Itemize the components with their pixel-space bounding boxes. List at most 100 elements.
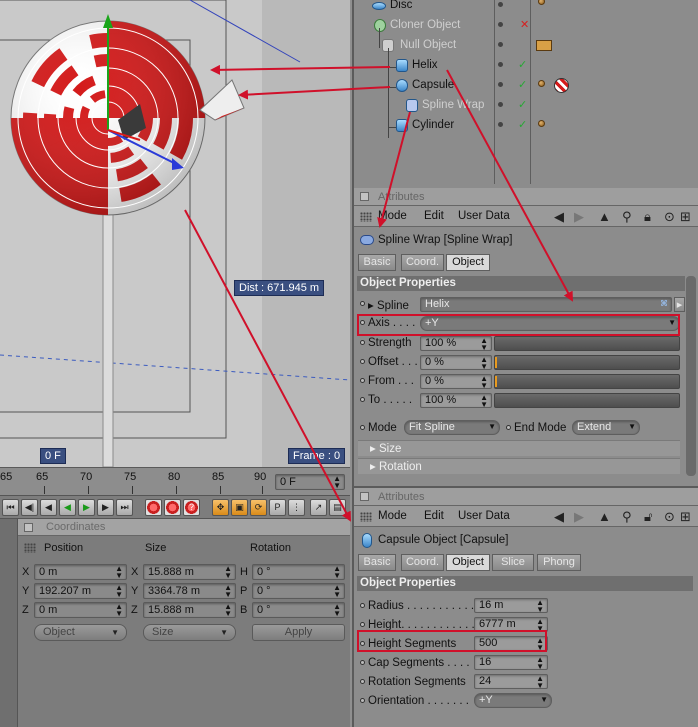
- position-z-field[interactable]: 0 m ▲ ▼: [34, 602, 127, 618]
- record-keys-button[interactable]: [145, 499, 162, 516]
- size-x-field[interactable]: 15.888 m ▲ ▼: [143, 564, 236, 580]
- enabled-check-icon[interactable]: ✓: [518, 118, 527, 131]
- rotation-h-field[interactable]: 0 ° ▲ ▼: [252, 564, 345, 580]
- size-y-field[interactable]: 3364.78 m ▲ ▼: [143, 583, 236, 599]
- strength-field[interactable]: 100 % ▲ ▼: [420, 336, 492, 352]
- forward-arrow-icon[interactable]: ▶: [574, 209, 584, 225]
- list-item-spline-wrap[interactable]: Spline Wrap ✓: [354, 96, 698, 116]
- material-tag-icon[interactable]: [538, 0, 545, 5]
- enabled-check-icon[interactable]: ✓: [518, 58, 527, 71]
- lock-icon[interactable]: 🔒︎: [644, 209, 651, 225]
- motion-tool-button[interactable]: ↗: [310, 499, 327, 516]
- menu-mode[interactable]: Mode: [378, 510, 407, 522]
- spin-arrows-icon[interactable]: ▲ ▼: [333, 475, 341, 490]
- list-item-null[interactable]: Null Object: [354, 36, 698, 56]
- menu-edit[interactable]: Edit: [424, 210, 444, 222]
- play-backwards-button[interactable]: ◀: [59, 499, 76, 516]
- cap-segments-field[interactable]: 16 ▲ ▼: [474, 655, 548, 671]
- timeline-menu-button[interactable]: ▤: [329, 499, 346, 516]
- coordinate-mode-select[interactable]: Object ▼: [34, 624, 127, 641]
- list-item-disc[interactable]: Disc: [354, 0, 698, 16]
- tab-basic[interactable]: Basic: [358, 554, 396, 571]
- offset-slider[interactable]: [494, 355, 680, 370]
- offset-field[interactable]: 0 % ▲ ▼: [420, 355, 492, 371]
- to-slider[interactable]: [494, 393, 680, 408]
- disabled-x-icon[interactable]: ✕: [520, 18, 529, 31]
- pla-key-button[interactable]: ⋮: [288, 499, 305, 516]
- add-panel-icon[interactable]: ⊞: [680, 509, 691, 525]
- mode-select[interactable]: Fit Spline ▼: [404, 420, 500, 435]
- rotation-section-collapsed[interactable]: ▸ Rotation: [358, 458, 680, 474]
- orientation-select[interactable]: +Y ▼: [474, 693, 552, 708]
- size-z-field[interactable]: 15.888 m ▲ ▼: [143, 602, 236, 618]
- link-arrow-button[interactable]: ▸: [674, 297, 685, 312]
- tab-basic[interactable]: Basic: [358, 254, 396, 271]
- tab-object[interactable]: Object: [446, 554, 490, 571]
- panel-checkbox-icon[interactable]: [360, 192, 369, 201]
- display-tag-icon[interactable]: [536, 40, 552, 51]
- go-to-start-button[interactable]: ⏮: [2, 499, 19, 516]
- search-icon[interactable]: ⚲: [622, 209, 632, 225]
- up-arrow-icon[interactable]: ▲: [598, 509, 611, 524]
- list-item-helix[interactable]: Helix ✓: [354, 56, 698, 76]
- play-button[interactable]: ▶: [78, 499, 95, 516]
- material-tag-icon[interactable]: [538, 80, 545, 87]
- rotation-b-field[interactable]: 0 ° ▲ ▼: [252, 602, 345, 618]
- unlock-icon[interactable]: 🔓︎: [644, 509, 652, 525]
- keyframe-selection-button[interactable]: ?: [183, 499, 200, 516]
- from-field[interactable]: 0 % ▲ ▼: [420, 374, 492, 390]
- tab-object[interactable]: Object: [446, 254, 490, 271]
- new-panel-icon[interactable]: ⊙: [664, 209, 675, 225]
- current-frame-field[interactable]: 0 F ▲ ▼: [275, 474, 345, 490]
- menu-user-data[interactable]: User Data: [458, 210, 510, 222]
- add-panel-icon[interactable]: ⊞: [680, 209, 691, 225]
- list-item-capsule[interactable]: Capsule ✓: [354, 76, 698, 96]
- tab-phong[interactable]: Phong: [537, 554, 581, 571]
- previous-key-button[interactable]: ◀|: [21, 499, 38, 516]
- from-slider[interactable]: [494, 374, 680, 389]
- enabled-check-icon[interactable]: ✓: [518, 78, 527, 91]
- grip-icon[interactable]: [360, 512, 372, 522]
- 3d-viewport[interactable]: Dist : 671.945 m 0 F Frame : 0: [0, 0, 350, 467]
- back-arrow-icon[interactable]: ◀: [554, 209, 564, 225]
- tab-coord[interactable]: Coord.: [401, 554, 444, 571]
- tab-slice[interactable]: Slice: [492, 554, 534, 571]
- rotation-segments-field[interactable]: 24 ▲ ▼: [474, 674, 548, 690]
- rotation-p-field[interactable]: 0 ° ▲ ▼: [252, 583, 345, 599]
- menu-user-data[interactable]: User Data: [458, 510, 510, 522]
- material-tag-icon[interactable]: [538, 120, 545, 127]
- position-y-field[interactable]: 192.207 m ▲ ▼: [34, 583, 127, 599]
- size-mode-select[interactable]: Size ▼: [143, 624, 236, 641]
- forward-arrow-icon[interactable]: ▶: [574, 509, 584, 525]
- up-arrow-icon[interactable]: ▲: [598, 209, 611, 224]
- autokey-button[interactable]: [164, 499, 181, 516]
- enabled-check-icon[interactable]: ✓: [518, 98, 527, 111]
- go-to-end-button[interactable]: ⏭: [116, 499, 133, 516]
- to-field[interactable]: 100 % ▲ ▼: [420, 393, 492, 409]
- candy-material-icon[interactable]: [554, 78, 569, 93]
- position-x-field[interactable]: 0 m ▲ ▼: [34, 564, 127, 580]
- size-section-collapsed[interactable]: ▸ Size: [358, 440, 680, 456]
- list-item-cylinder[interactable]: Cylinder ✓: [354, 116, 698, 136]
- menu-edit[interactable]: Edit: [424, 510, 444, 522]
- position-key-button[interactable]: ✥: [212, 499, 229, 516]
- timeline-ruler[interactable]: 65 65 70 75 80 85 90 0 F ▲ ▼: [0, 467, 350, 495]
- back-arrow-icon[interactable]: ◀: [554, 509, 564, 525]
- next-frame-button[interactable]: ▶: [97, 499, 114, 516]
- search-icon[interactable]: ⚲: [622, 509, 632, 525]
- spline-link-field[interactable]: Helix ⌘: [420, 297, 672, 312]
- end-mode-select[interactable]: Extend ▼: [572, 420, 640, 435]
- panel-checkbox-icon[interactable]: [360, 492, 369, 501]
- panel-checkbox-icon[interactable]: [24, 523, 33, 532]
- attributes-scrollbar[interactable]: [686, 276, 696, 476]
- scale-key-button[interactable]: ▣: [231, 499, 248, 516]
- list-item-cloner[interactable]: Cloner Object ✕: [354, 16, 698, 36]
- menu-mode[interactable]: Mode: [378, 210, 407, 222]
- rotation-key-button[interactable]: ⟳: [250, 499, 267, 516]
- grip-icon[interactable]: [360, 212, 372, 222]
- previous-frame-button[interactable]: ◀: [40, 499, 57, 516]
- grip-icon[interactable]: [24, 543, 36, 553]
- tab-coord[interactable]: Coord.: [401, 254, 444, 271]
- radius-field[interactable]: 16 m ▲ ▼: [474, 598, 548, 614]
- new-panel-icon[interactable]: ⊙: [664, 509, 675, 525]
